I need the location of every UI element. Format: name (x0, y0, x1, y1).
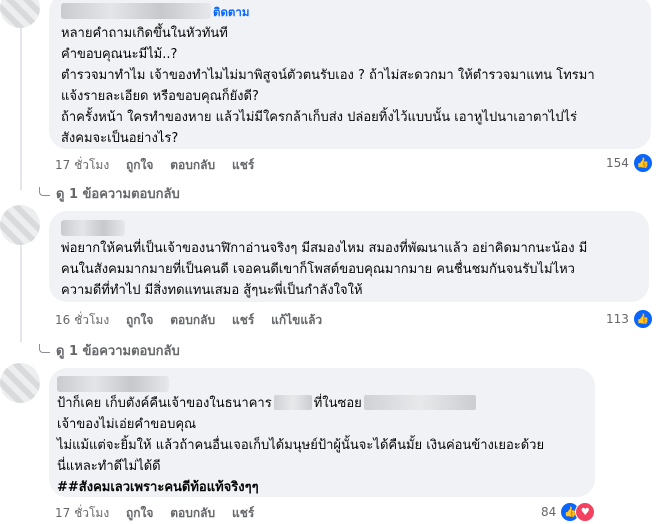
reply-button[interactable]: ตอบกลับ (170, 506, 215, 520)
thread-line (20, 238, 22, 342)
author-name-redacted[interactable] (61, 220, 125, 236)
reaction-count: 113 (606, 312, 629, 326)
redacted-text (273, 395, 312, 410)
like-button[interactable]: ถูกใจ (126, 158, 153, 172)
reply-button[interactable]: ตอบกลับ (170, 158, 215, 172)
comment-line: หลายคำถามเกิดขึ้นในหัวทันที (61, 26, 228, 41)
view-replies-label: ดู 1 ข้อความตอบกลับ (56, 187, 180, 202)
comment-text-segment: ป้าก็เคย เก็บตังค์คืนเจ้าของในธนาคาร (57, 396, 272, 411)
avatar[interactable] (0, 363, 40, 403)
reaction-count: 154 (606, 156, 629, 170)
timestamp[interactable]: 17 ชั่วโมง (55, 506, 109, 520)
comment-line: พ่อยากให้คนที่เป็นเจ้าของนาฬิกาอ่านจริงๆ… (61, 241, 588, 256)
comment-text: หลายคำถามเกิดขึ้นในหัวทันที คำขอบคุณนะมี… (61, 23, 595, 149)
comment-line: คำขอบคุณนะมีไม้..? (61, 47, 178, 62)
comment-line: ไม่แม้แต่จะยิ้มให้ แล้วถ้าคนอื่นเจอเก็บไ… (57, 438, 545, 453)
comment-line: แจ้งรายละเอียด หรือขอบคุณก็ยังดี? (61, 89, 259, 104)
comment-line: เจ้าของไม่เอ่ยคำขอบคุณ (57, 417, 197, 432)
comment-bubble: ป้าก็เคย เก็บตังค์คืนเจ้าของในธนาคาร ที่ใ… (49, 368, 595, 497)
comment-meta: 16 ชั่วโมง ถูกใจ ตอบกลับ แชร์ แก้ไขแล้ว (55, 311, 335, 330)
follow-link[interactable]: ติดตาม (213, 4, 249, 22)
edited-label[interactable]: แก้ไขแล้ว (271, 313, 322, 327)
reply-arrow-icon (39, 344, 50, 353)
view-replies-link[interactable]: ดู 1 ข้อความตอบกลับ (39, 340, 180, 361)
comment-line: สังคมจะเป็นอย่างไร? (61, 131, 179, 146)
author-name-redacted[interactable] (57, 376, 169, 392)
reply-arrow-icon (39, 187, 50, 196)
timestamp[interactable]: 16 ชั่วโมง (55, 313, 109, 327)
comment-line: ป้าก็เคย เก็บตังค์คืนเจ้าของในธนาคาร ที่ใ… (57, 393, 544, 414)
reply-button[interactable]: ตอบกลับ (170, 313, 215, 327)
avatar[interactable] (0, 0, 40, 28)
comment-text: พ่อยากให้คนที่เป็นเจ้าของนาฬิกาอ่านจริงๆ… (61, 238, 587, 301)
share-button[interactable]: แชร์ (232, 313, 254, 327)
like-button[interactable]: ถูกใจ (126, 313, 153, 327)
reaction-count: 84 (541, 505, 557, 519)
comment-bubble: พ่อยากให้คนที่เป็นเจ้าของนาฬิกาอ่านจริงๆ… (49, 211, 649, 302)
comment-text-segment: ที่ในซอย (313, 396, 362, 411)
comment-bubble: ติดตาม หลายคำถามเกิดขึ้นในหัวทันที คำขอบ… (49, 0, 651, 149)
comment-line: ความดีที่ทำไป มีสิ่งทดแทนเสมอ สู้ๆนะพี่เ… (61, 283, 363, 298)
avatar[interactable] (0, 205, 40, 245)
view-replies-link[interactable]: ดู 1 ข้อความตอบกลับ (39, 183, 180, 204)
comment-meta: 17 ชั่วโมง ถูกใจ ตอบกลับ แชร์ (55, 504, 267, 523)
reaction-summary[interactable]: 113 👍 (606, 309, 653, 329)
timestamp[interactable]: 17 ชั่วโมง (55, 158, 109, 172)
view-replies-label: ดู 1 ข้อความตอบกลับ (56, 344, 180, 359)
comment-hashtag-line: ##สังคมเลวเพราะคนดีท้อแท้จริงๆๆ (57, 480, 259, 495)
like-button[interactable]: ถูกใจ (126, 506, 153, 520)
share-button[interactable]: แชร์ (232, 506, 254, 520)
comment-line: คนในสังคมมากมายที่เป็นคนดี เจอคนดีเขาก็โ… (61, 262, 575, 277)
thread-line (20, 0, 22, 190)
thumbs-up-icon: 👍 (632, 309, 653, 329)
comment-line: ถ้าครั้งหน้า ใครทำของหาย แล้วไม่มีใครกล้… (61, 110, 577, 125)
comment-line: ตำรวจมาทำไม เจ้าของทำไมไม่มาพิสูจน์ตัวตน… (61, 68, 595, 83)
thumbs-up-icon: 👍 (632, 153, 653, 173)
comment-line: นี่แหละทำดีไม่ได้ดี (57, 459, 161, 474)
comment-meta: 17 ชั่วโมง ถูกใจ ตอบกลับ แชร์ (55, 156, 267, 175)
author-name-redacted[interactable] (61, 3, 211, 19)
share-button[interactable]: แชร์ (232, 158, 254, 172)
reaction-summary[interactable]: 154 👍 (606, 153, 653, 173)
reaction-summary[interactable]: 84 👍 ♥ (541, 502, 596, 522)
redacted-text (363, 395, 476, 410)
comment-text: ป้าก็เคย เก็บตังค์คืนเจ้าของในธนาคาร ที่ใ… (57, 393, 544, 498)
heart-icon: ♥ (575, 502, 596, 522)
